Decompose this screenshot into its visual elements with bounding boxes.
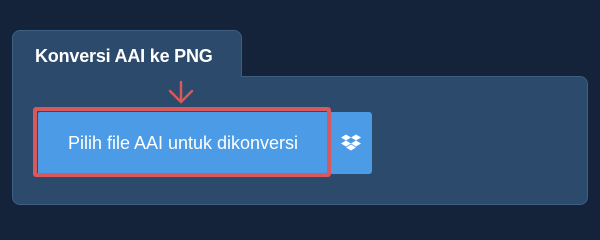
dropbox-button[interactable] (330, 112, 372, 174)
dropbox-icon (341, 134, 361, 151)
arrow-down-icon (168, 80, 194, 104)
choose-file-label: Pilih file AAI untuk dikonversi (67, 132, 299, 153)
choose-file-button[interactable]: Pilih file AAI untuk dikonversi (38, 112, 328, 174)
tab-panel-seam (13, 74, 241, 80)
tab-title: Konversi AAI ke PNG (35, 46, 213, 66)
upload-button-group: Pilih file AAI untuk dikonversi (38, 112, 328, 174)
